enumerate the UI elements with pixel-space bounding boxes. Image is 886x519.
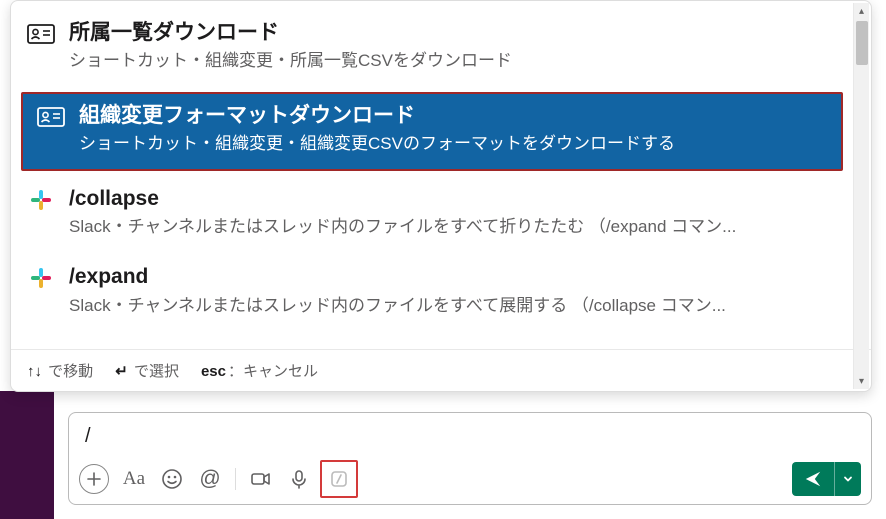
shortcut-item-org-change-format[interactable]: 組織変更フォーマットダウンロード ショートカット・組織変更・組織変更CSVのフォ… — [21, 92, 843, 171]
shortcuts-button[interactable] — [320, 460, 358, 498]
slack-icon — [27, 267, 55, 289]
composer-area: / Aa @ — [0, 391, 886, 519]
shortcut-list: 所属一覧ダウンロード ショートカット・組織変更・所属一覧CSVをダウンロード 組… — [11, 1, 853, 349]
workspace-sidebar-strip — [0, 391, 54, 519]
send-button[interactable] — [792, 462, 834, 496]
shortcut-description: ショートカット・組織変更・組織変更CSVのフォーマットをダウンロードする — [79, 131, 827, 157]
hint-cancel: esc：キャンセル — [201, 360, 318, 381]
send-button-group — [792, 462, 861, 496]
shortcut-item-collapse[interactable]: /collapse Slack・チャンネルまたはスレッド内のファイルをすべて折り… — [11, 175, 853, 254]
shortcut-description: Slack・チャンネルまたはスレッド内のファイルをすべて折りたたむ （/expa… — [69, 214, 837, 240]
shortcut-title: 組織変更フォーマットダウンロード — [79, 102, 827, 129]
shortcut-description: ショートカット・組織変更・所属一覧CSVをダウンロード — [69, 48, 837, 74]
hint-navigate: ↑↓ で移動 — [27, 360, 93, 381]
shortcut-title: 所属一覧ダウンロード — [69, 19, 837, 46]
id-card-icon — [37, 106, 65, 128]
shortcut-autocomplete-popup: 所属一覧ダウンロード ショートカット・組織変更・所属一覧CSVをダウンロード 組… — [10, 0, 872, 392]
shortcut-description: Slack・チャンネルまたはスレッド内のファイルをすべて展開する （/colla… — [69, 293, 837, 319]
shortcut-item-expand[interactable]: /expand Slack・チャンネルまたはスレッド内のファイルをすべて展開する… — [11, 253, 853, 332]
scrollbar[interactable]: ▴ ▾ — [853, 3, 869, 389]
popup-hints: ↑↓ で移動 ↵ で選択 esc：キャンセル — [11, 349, 871, 391]
id-card-icon — [27, 23, 55, 45]
scroll-up-arrow-icon[interactable]: ▴ — [859, 3, 864, 19]
message-input[interactable]: / — [79, 421, 861, 456]
format-button[interactable]: Aa — [117, 462, 151, 496]
shortcut-title: /expand — [69, 263, 837, 290]
composer-box: / Aa @ — [68, 412, 872, 505]
send-options-button[interactable] — [835, 462, 861, 496]
composer-toolbar: Aa @ — [79, 456, 861, 498]
toolbar-separator — [235, 468, 236, 490]
scroll-down-arrow-icon[interactable]: ▾ — [859, 373, 864, 389]
message-composer: / Aa @ — [54, 391, 886, 519]
shortcut-item-affiliation-download[interactable]: 所属一覧ダウンロード ショートカット・組織変更・所属一覧CSVをダウンロード — [11, 9, 853, 88]
attach-button[interactable] — [79, 464, 109, 494]
scroll-thumb[interactable] — [856, 21, 868, 65]
audio-button[interactable] — [282, 462, 316, 496]
slack-icon — [27, 189, 55, 211]
hint-select: ↵ で選択 — [115, 360, 179, 381]
video-button[interactable] — [244, 462, 278, 496]
shortcut-title: /collapse — [69, 185, 837, 212]
emoji-button[interactable] — [155, 462, 189, 496]
mention-button[interactable]: @ — [193, 462, 227, 496]
